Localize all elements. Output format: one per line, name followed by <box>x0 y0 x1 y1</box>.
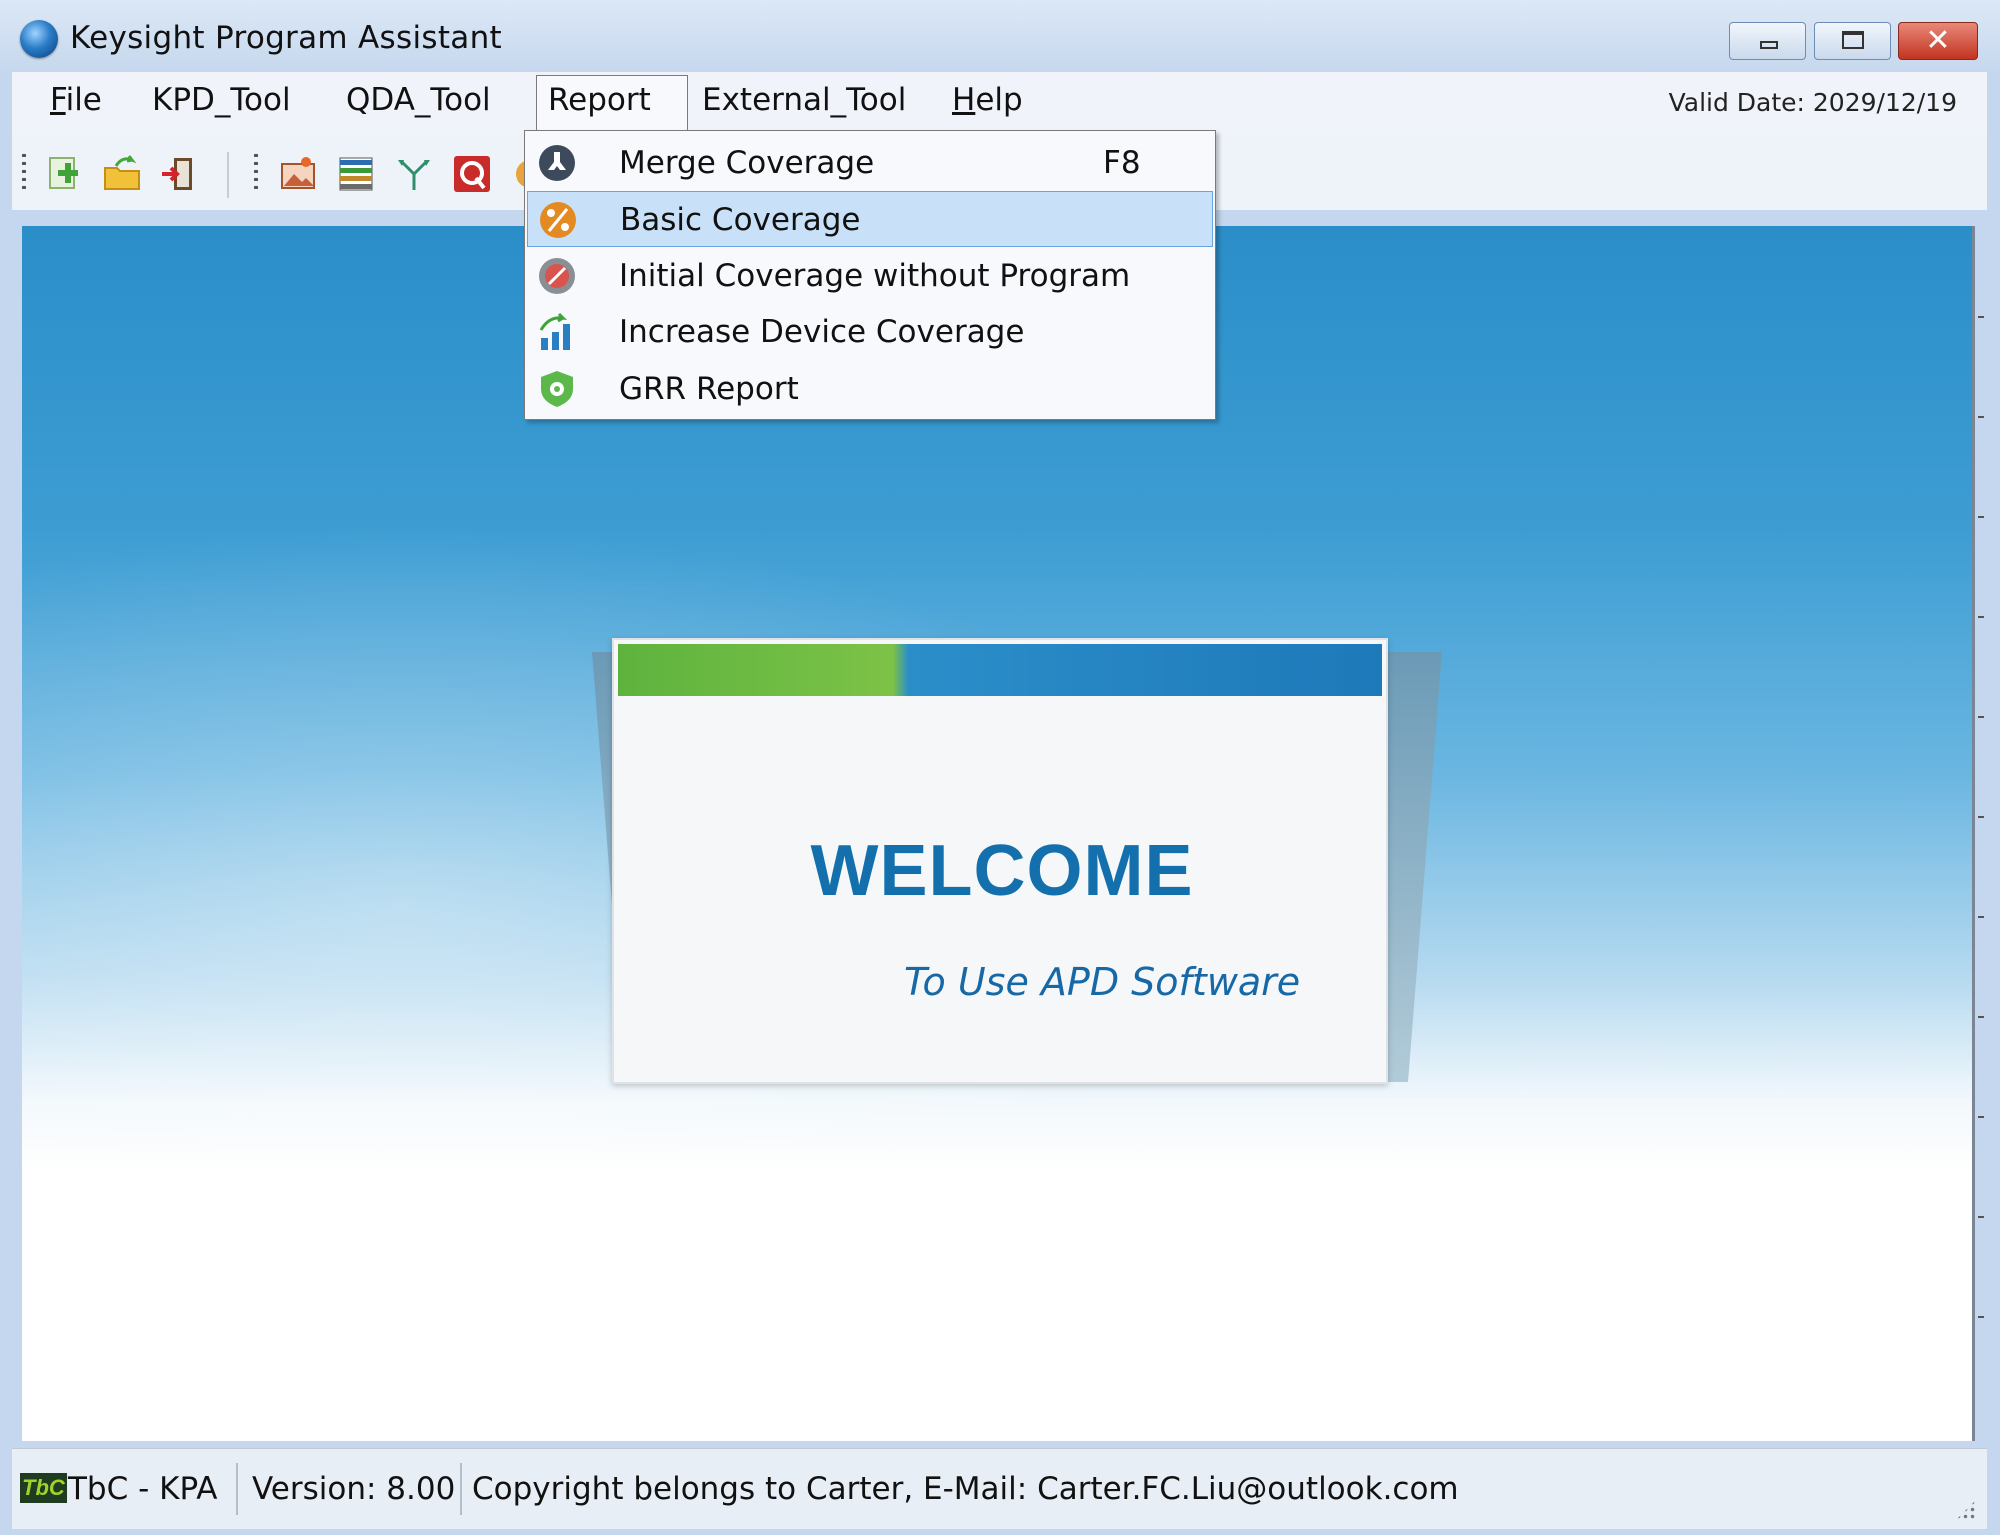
toolbar-grip[interactable] <box>22 154 26 192</box>
menu-item-basic-coverage[interactable]: Basic Coverage <box>527 191 1213 247</box>
status-app-name: TbC - KPA <box>68 1471 218 1507</box>
app-window: Keysight Program Assistant ✕ File KPD_To… <box>0 0 2000 1535</box>
menu-kpd-tool[interactable]: KPD_Tool <box>152 82 291 118</box>
photo-edit-icon[interactable] <box>278 154 318 194</box>
new-icon[interactable] <box>44 154 84 194</box>
menu-item-shortcut: F8 <box>1103 145 1141 181</box>
menu-report[interactable]: Report <box>548 82 651 118</box>
menu-item-label: Merge Coverage <box>619 145 875 181</box>
menu-item-label: GRR Report <box>619 371 799 407</box>
close-button[interactable]: ✕ <box>1898 22 1978 60</box>
percent-icon <box>540 202 576 238</box>
valid-date: Valid Date: 2029/12/19 <box>1668 88 1957 117</box>
initial-coverage-icon <box>539 258 575 294</box>
menu-bar: File KPD_Tool QDA_Tool Report External_T… <box>12 72 1987 134</box>
menu-item-increase-device-coverage[interactable]: Increase Device Coverage <box>527 304 1213 360</box>
menu-qda-tool[interactable]: QDA_Tool <box>346 82 491 118</box>
title-bar[interactable]: Keysight Program Assistant ✕ <box>0 0 2000 72</box>
window-title: Keysight Program Assistant <box>70 20 502 56</box>
welcome-card-header-bar <box>618 644 1382 696</box>
shield-icon <box>541 371 573 407</box>
menu-help[interactable]: Help <box>952 82 1023 118</box>
branch-icon[interactable] <box>394 154 434 194</box>
close-icon: ✕ <box>1925 23 1951 58</box>
status-separator <box>236 1463 238 1515</box>
menu-file[interactable]: File <box>50 82 102 118</box>
exit-icon[interactable] <box>160 154 200 194</box>
status-copyright: Copyright belongs to Carter, E-Mail: Car… <box>472 1471 1459 1507</box>
list-icon[interactable] <box>336 154 376 194</box>
welcome-card: WELCOME To Use APD Software <box>612 638 1388 1084</box>
menu-item-merge-coverage[interactable]: Merge Coverage F8 <box>527 135 1213 191</box>
open-folder-icon[interactable] <box>102 154 142 194</box>
toolbar-separator <box>227 152 229 198</box>
q-icon[interactable] <box>452 154 492 194</box>
menu-item-initial-coverage[interactable]: Initial Coverage without Program <box>527 248 1213 304</box>
menu-item-grr-report[interactable]: GRR Report <box>527 361 1213 417</box>
globe-app-icon <box>20 20 58 58</box>
increase-chart-icon <box>539 312 570 350</box>
merge-icon <box>539 145 575 181</box>
menu-item-label: Basic Coverage <box>620 202 861 238</box>
report-dropdown-menu: Merge Coverage F8 Basic Coverage Initial… <box>524 130 1216 420</box>
status-bar: TbC TbC - KPA Version: 8.00 Copyright be… <box>12 1448 1987 1529</box>
maximize-button[interactable] <box>1814 22 1891 60</box>
welcome-subtitle: To Use APD Software <box>904 960 1301 1004</box>
menu-item-label: Initial Coverage without Program <box>619 258 1131 294</box>
menu-external-tool[interactable]: External_Tool <box>702 82 906 118</box>
status-version: Version: 8.00 <box>252 1471 456 1507</box>
minimize-button[interactable] <box>1729 22 1806 60</box>
splitter-ticks <box>1978 226 1984 1441</box>
status-separator <box>460 1463 462 1515</box>
toolbar-grip-2[interactable] <box>254 154 258 192</box>
welcome-title: WELCOME <box>810 831 1194 911</box>
tbc-logo: TbC <box>20 1473 67 1503</box>
menu-item-label: Increase Device Coverage <box>619 314 1025 350</box>
resize-grip[interactable] <box>1955 1499 1977 1521</box>
